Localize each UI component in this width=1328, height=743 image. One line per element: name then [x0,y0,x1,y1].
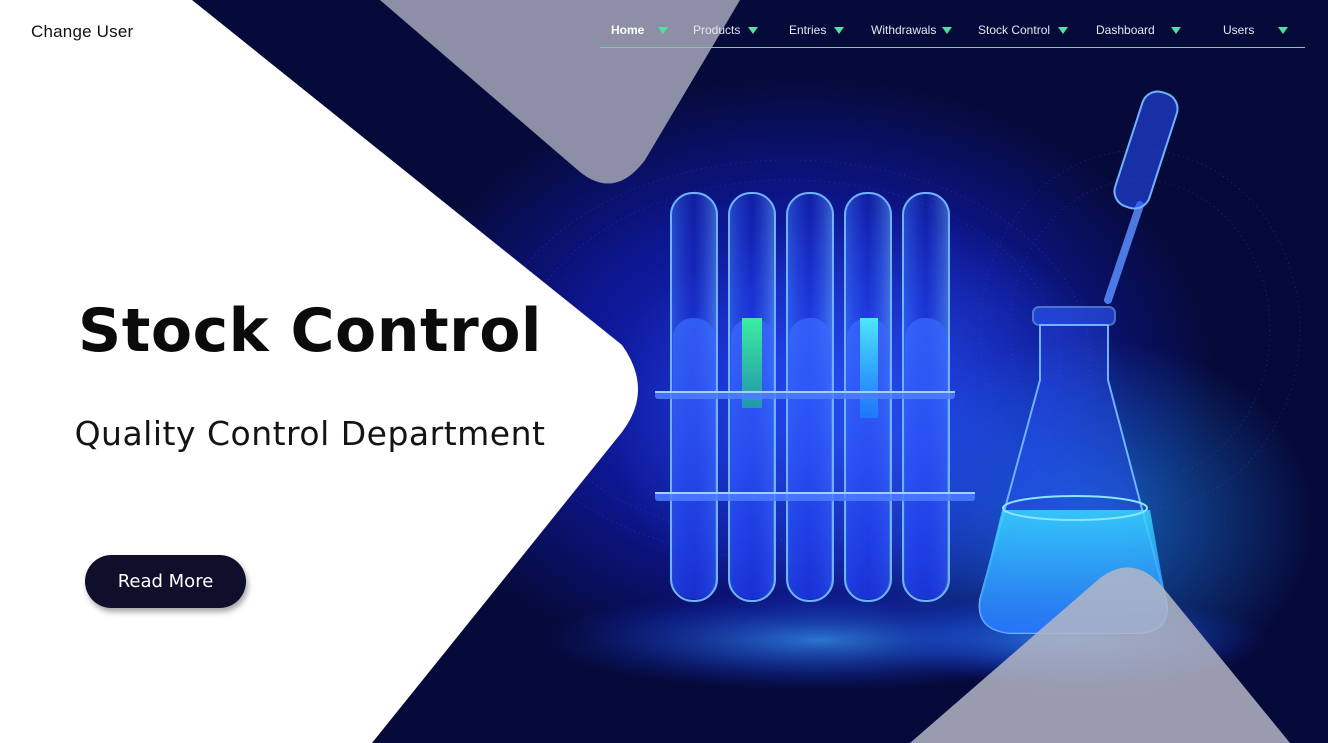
nav-item-users[interactable]: Users [1223,20,1289,40]
chevron-down-icon[interactable] [658,26,669,34]
nav-item-label: Users [1223,23,1255,37]
nav-item-entries[interactable]: Entries [789,20,845,40]
chevron-down-icon[interactable] [834,26,845,34]
nav-item-withdrawals[interactable]: Withdrawals [871,20,953,40]
chevron-down-icon[interactable] [1278,26,1289,34]
nav-item-products[interactable]: Products [693,20,759,40]
nav-item-label: Dashboard [1096,23,1155,37]
chevron-down-icon[interactable] [1058,26,1069,34]
page-subtitle: Quality Control Department [74,414,546,453]
change-user-link[interactable]: Change User [31,22,133,42]
nav-item-label: Withdrawals [871,23,937,37]
page-title: Stock Control [78,296,542,366]
read-more-button[interactable]: Read More [85,555,246,608]
chevron-down-icon[interactable] [1170,26,1181,34]
nav-item-label: Products [693,23,741,37]
main-nav: Home Products Entries Withdrawals Stock … [600,20,1305,48]
nav-item-home[interactable]: Home [611,20,669,40]
nav-item-label: Entries [789,23,827,37]
nav-item-stock-control[interactable]: Stock Control [978,20,1069,40]
lab-illustration [0,0,1301,743]
nav-item-label: Stock Control [978,23,1051,37]
nav-item-dashboard[interactable]: Dashboard [1096,20,1181,40]
nav-item-label: Home [611,23,645,37]
chevron-down-icon[interactable] [942,26,953,34]
chevron-down-icon[interactable] [748,26,759,34]
